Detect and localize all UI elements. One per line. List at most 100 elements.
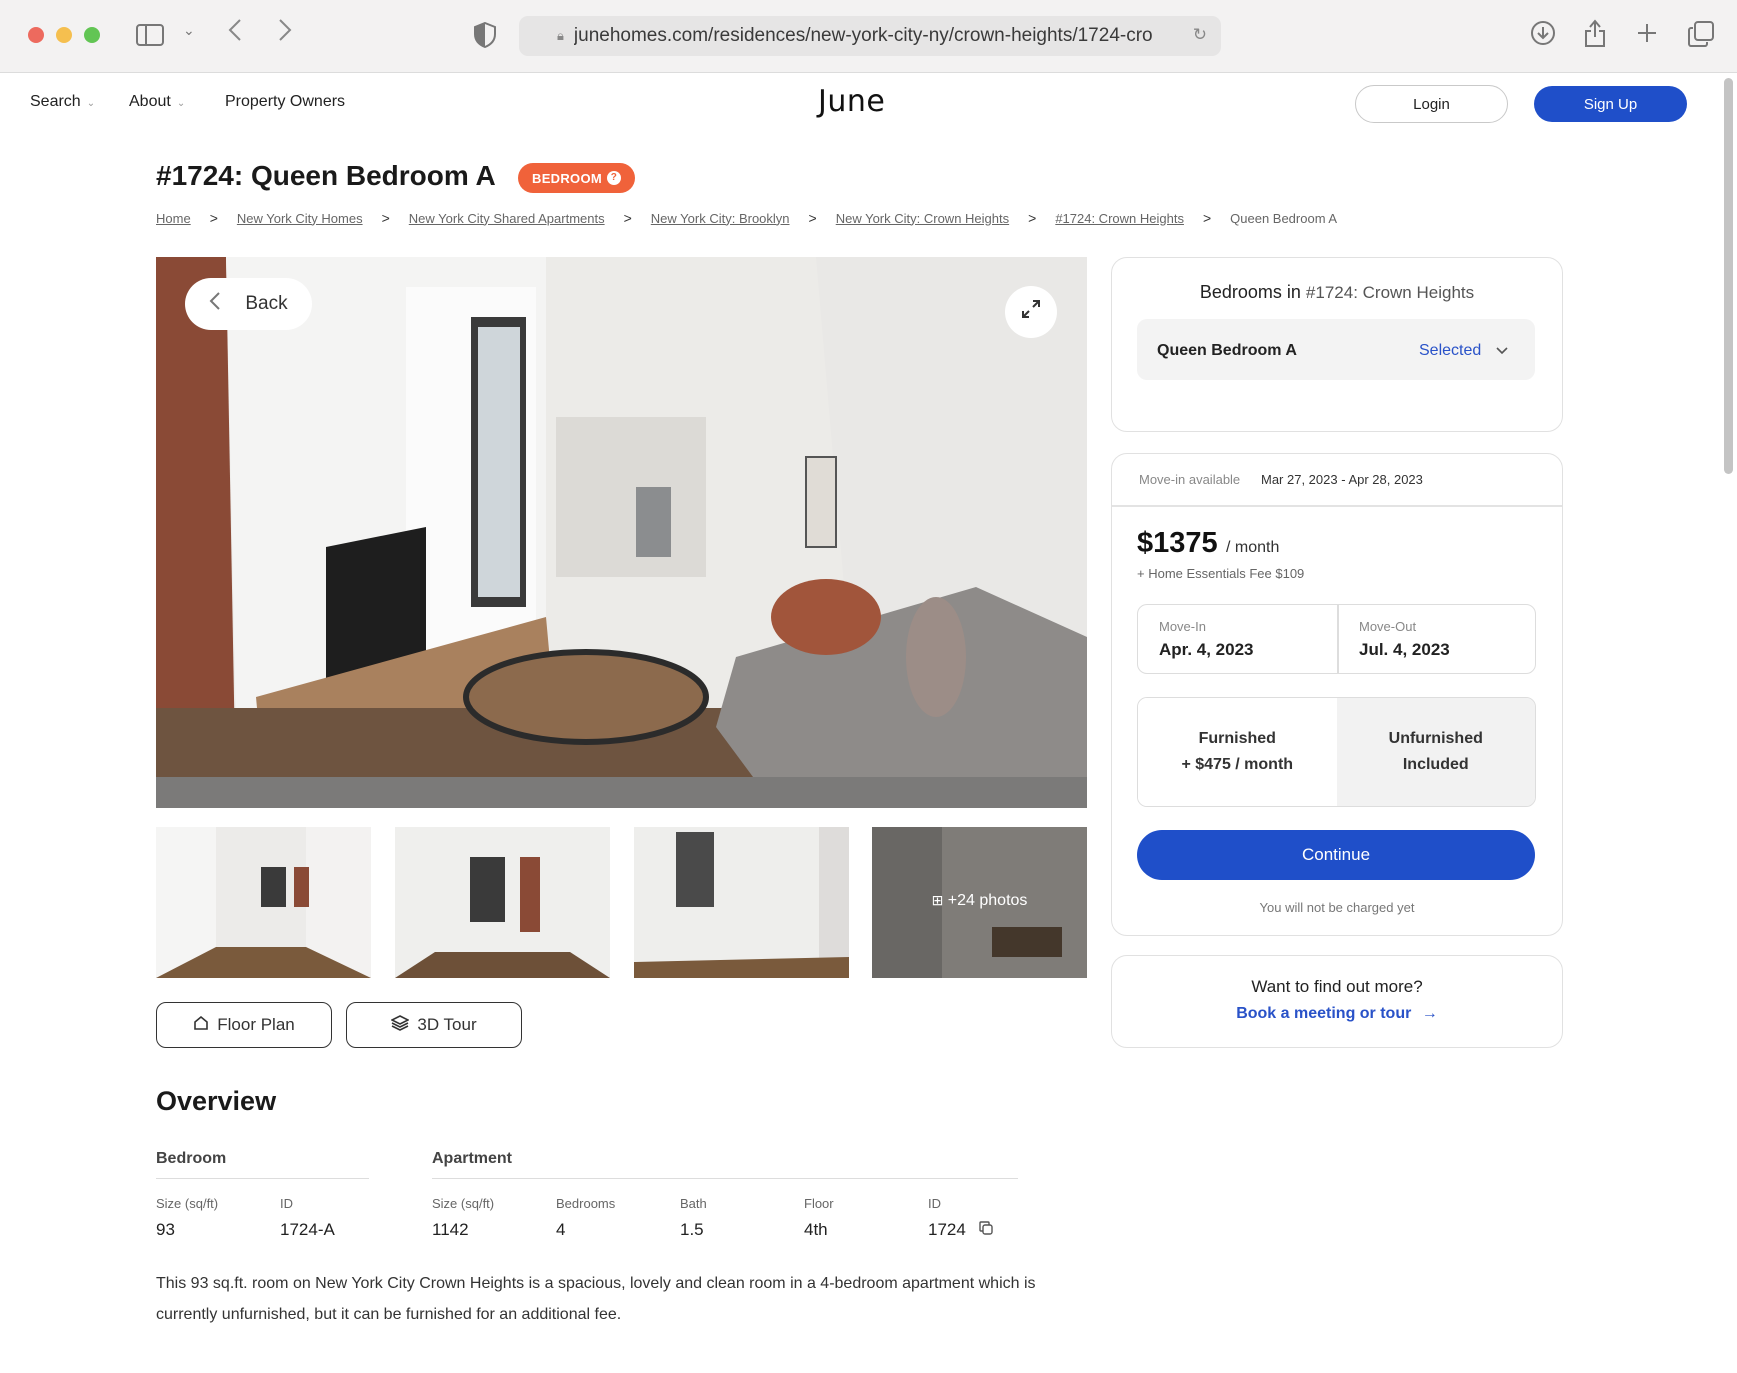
move-in-available-dates: Mar 27, 2023 - Apr 28, 2023 — [1261, 472, 1423, 487]
furnished-price: + $475 / month — [1181, 756, 1294, 773]
tab-overview-icon[interactable] — [1688, 21, 1714, 53]
bedroom-photo — [634, 827, 849, 978]
url-text: junehomes.com/residences/new-york-city-n… — [573, 25, 1153, 46]
nav-about[interactable]: About ⌄ — [129, 93, 185, 111]
sidebar-toggle-icon[interactable] — [136, 24, 164, 52]
apartment-id-value: 1724 — [928, 1220, 993, 1240]
breadcrumb-home[interactable]: Home — [156, 211, 191, 226]
forward-nav-icon[interactable] — [278, 18, 292, 48]
unfurnished-label: Unfurnished — [1388, 730, 1483, 747]
book-tour-label: Book a meeting or tour — [1236, 1005, 1412, 1022]
scrollbar-thumb[interactable] — [1724, 78, 1733, 474]
apartment-floor-value: 4th — [804, 1220, 828, 1239]
close-window-button[interactable] — [28, 27, 44, 43]
floor-plan-button[interactable]: Floor Plan — [156, 1002, 332, 1048]
thumbnail-more[interactable]: ⊞ +24 photos — [872, 827, 1087, 978]
apartment-size-label: Size (sq/ft) — [432, 1196, 495, 1211]
divider — [1337, 605, 1339, 673]
chevron-right-icon: > — [381, 210, 390, 226]
move-in-label: Move-In — [1159, 619, 1206, 634]
apartment-bath-value: 1.5 — [680, 1220, 704, 1239]
3d-tour-label: 3D Tour — [417, 1015, 477, 1034]
apartment-heading: Apartment — [432, 1150, 1018, 1179]
price-period: / month — [1226, 539, 1280, 556]
breadcrumb-crown-heights[interactable]: New York City: Crown Heights — [836, 211, 1009, 226]
chevron-right-icon: > — [808, 210, 817, 226]
chevron-left-icon — [209, 291, 221, 317]
bedrooms-heading: Bedrooms in #1724: Crown Heights — [1111, 282, 1563, 303]
address-bar[interactable]: 🔒︎ junehomes.com/residences/new-york-cit… — [519, 16, 1221, 56]
back-button[interactable]: Back — [185, 278, 312, 330]
move-in-date: Apr. 4, 2023 — [1159, 640, 1254, 659]
arrow-right-icon: → — [1421, 1005, 1438, 1022]
book-tour-link[interactable]: Book a meeting or tour → — [1111, 1005, 1563, 1023]
signup-button[interactable]: Sign Up — [1534, 86, 1687, 122]
share-icon[interactable] — [1583, 18, 1607, 54]
move-in-field[interactable]: Move-In Apr. 4, 2023 — [1159, 619, 1254, 660]
3d-tour-button[interactable]: 3D Tour — [346, 1002, 522, 1048]
bedroom-photo — [395, 827, 610, 978]
breadcrumb-brooklyn[interactable]: New York City: Brooklyn — [651, 211, 790, 226]
nav-search[interactable]: Search ⌄ — [30, 93, 95, 111]
lock-icon: 🔒︎ — [557, 28, 564, 43]
bedroom-badge[interactable]: BEDROOM? — [518, 163, 635, 193]
continue-button[interactable]: Continue — [1137, 830, 1535, 880]
bedroom-photo — [156, 827, 371, 978]
unfurnished-option[interactable]: Unfurnished Included — [1336, 698, 1535, 806]
apartment-id-label: ID — [928, 1196, 941, 1211]
thumbnail-3[interactable] — [634, 827, 849, 978]
no-charge-note: You will not be charged yet — [1259, 900, 1415, 915]
chevron-right-icon: > — [209, 210, 218, 226]
living-room-photo — [156, 257, 1087, 808]
furnishing-toggle: Furnished + $475 / month Unfurnished Inc… — [1137, 697, 1536, 807]
chevron-right-icon: > — [623, 210, 632, 226]
help-icon: ? — [607, 171, 621, 185]
apartment-bedrooms-value: 4 — [556, 1220, 566, 1239]
furnished-option[interactable]: Furnished + $475 / month — [1138, 698, 1337, 806]
shield-icon[interactable] — [474, 21, 496, 54]
new-tab-icon[interactable] — [1636, 22, 1658, 50]
bedroom-id-value: 1724-A — [280, 1220, 335, 1239]
site-logo[interactable]: June — [818, 84, 885, 119]
nav-search-label: Search — [30, 93, 81, 110]
login-button[interactable]: Login — [1355, 85, 1508, 123]
apartment-floor-label: Floor — [804, 1196, 834, 1211]
download-icon[interactable] — [1530, 20, 1556, 52]
chevron-down-icon[interactable]: ⌄ — [183, 22, 195, 39]
breadcrumb-residence[interactable]: #1724: Crown Heights — [1055, 211, 1184, 226]
date-picker: Move-In Apr. 4, 2023 Move-Out Jul. 4, 20… — [1137, 604, 1536, 674]
room-selector-status[interactable]: Selected — [1419, 342, 1508, 360]
zoom-window-button[interactable] — [84, 27, 100, 43]
minimize-window-button[interactable] — [56, 27, 72, 43]
unfurnished-price: Included — [1402, 756, 1469, 773]
room-selector-name: Queen Bedroom A — [1157, 342, 1297, 359]
floor-plan-label: Floor Plan — [217, 1015, 295, 1034]
thumbnail-1[interactable] — [156, 827, 371, 978]
chevron-right-icon: > — [1028, 210, 1037, 226]
overview-heading: Overview — [156, 1086, 277, 1116]
move-in-available-label: Move-in available — [1139, 472, 1241, 487]
chevron-down-icon — [1496, 342, 1508, 359]
breadcrumb-nyc-homes[interactable]: New York City Homes — [237, 211, 363, 226]
move-out-field[interactable]: Move-Out Jul. 4, 2023 — [1359, 619, 1450, 660]
layers-icon — [390, 1014, 411, 1036]
expand-button[interactable] — [1005, 286, 1057, 338]
main-photo[interactable] — [156, 257, 1087, 808]
thumbnail-2[interactable] — [395, 827, 610, 978]
badge-label: BEDROOM — [532, 170, 602, 186]
essentials-fee: + Home Essentials Fee $109 — [1137, 566, 1305, 581]
bedroom-size-label: Size (sq/ft) — [156, 1196, 219, 1211]
nav-property-owners[interactable]: Property Owners — [225, 93, 345, 111]
apartment-bedrooms-label: Bedrooms — [556, 1196, 616, 1211]
back-label: Back — [245, 293, 288, 314]
reload-icon[interactable]: ↻ — [1193, 25, 1207, 45]
breadcrumb-shared-apartments[interactable]: New York City Shared Apartments — [409, 211, 605, 226]
bedrooms-heading-text: Bedrooms in — [1199, 282, 1301, 302]
copy-icon[interactable] — [978, 1220, 993, 1239]
breadcrumb: Home > New York City Homes > New York City… — [156, 210, 1337, 226]
apartment-bath-label: Bath — [680, 1196, 707, 1211]
breadcrumb-current: Queen Bedroom A — [1230, 210, 1338, 226]
bedroom-heading: Bedroom — [156, 1150, 369, 1179]
back-nav-icon[interactable] — [228, 18, 242, 48]
chevron-right-icon: > — [1202, 210, 1212, 226]
